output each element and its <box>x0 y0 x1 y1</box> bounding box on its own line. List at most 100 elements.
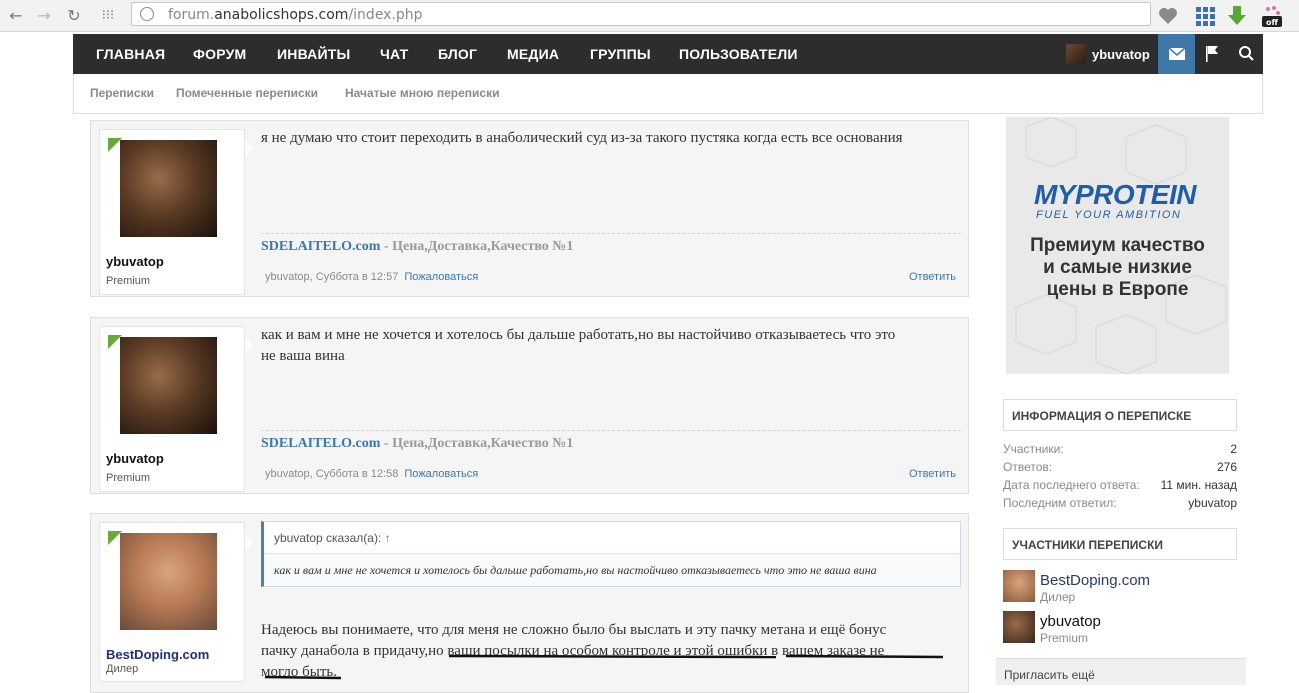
message-text: я не думаю что стоит переходить в анабол… <box>261 130 903 146</box>
post-author-role: Premium <box>106 472 151 484</box>
participants-title: УЧАСТНИКИ ПЕРЕПИСКИ <box>1003 528 1237 560</box>
card-arrow <box>245 338 253 354</box>
participant-role: Premium <box>1040 631 1089 645</box>
info-value[interactable]: ybuvatop <box>1188 496 1237 510</box>
info-row: Участники: 2 <box>1003 442 1237 456</box>
card-arrow <box>245 141 253 157</box>
ad-text: Премиум качество и самые низкие цены в Е… <box>1006 235 1229 301</box>
nav-chat[interactable]: ЧАТ <box>380 34 408 74</box>
tab-started[interactable]: Начатые мною переписки <box>345 86 499 100</box>
participant-item[interactable]: BestDoping.com Дилер <box>1003 570 1243 604</box>
info-label: Участники: <box>1003 442 1064 456</box>
apps-icon[interactable]: ⁝⁝⁝ <box>98 6 118 26</box>
page-info-icon[interactable] <box>140 7 154 21</box>
participant-name[interactable]: ybuvatop <box>1040 613 1101 630</box>
invite-more-button[interactable]: Пригласить ещё <box>996 658 1246 685</box>
reply-link[interactable]: Ответить <box>909 468 956 480</box>
post-meta-text[interactable]: ybuvatop, Суббота в 12:58 <box>265 468 398 480</box>
nav-invites[interactable]: ИНВАЙТЫ <box>277 34 350 74</box>
browser-toolbar: ← → ↻ ⁝⁝⁝ forum.anabolicshops.com/index.… <box>0 0 1299 32</box>
signature-link[interactable]: SDELAITELO.com <box>261 436 380 451</box>
post-author[interactable]: BestDoping.com <box>106 647 209 662</box>
message-post: ybuvatop Premium как и вам и мне не хоче… <box>90 317 969 494</box>
info-label: Дата последнего ответа: <box>1003 478 1140 492</box>
underline-annotation <box>264 654 944 680</box>
quote-body: как и вам и мне не хочется и хотелось бы… <box>274 563 877 577</box>
nav-media[interactable]: МЕДИА <box>507 34 559 74</box>
signature-text: - Цена,Доставка,Качество №1 <box>380 239 574 254</box>
user-card: ybuvatop Premium <box>99 129 245 295</box>
avatar[interactable] <box>1003 611 1035 643</box>
quote-jump-icon[interactable]: ↑ <box>385 531 391 545</box>
grid-extension-icon[interactable] <box>1193 4 1217 28</box>
post-author-role: Дилер <box>106 663 139 675</box>
nav-users[interactable]: ПОЛЬЗОВАТЕЛИ <box>679 34 798 74</box>
message-line: как и вам и мне не хочется и хотелось бы… <box>261 327 896 343</box>
info-value: 11 мин. назад <box>1160 478 1237 492</box>
quote-block: ybuvatop сказал(а): ↑ как и вам и мне не… <box>261 521 961 587</box>
info-row: Дата последнего ответа: 11 мин. назад <box>1003 478 1237 492</box>
url-text: forum.anabolicshops.com/index.php <box>168 7 423 23</box>
conversations-subnav: Переписки Помеченные переписки Начатые м… <box>73 74 1263 114</box>
nav-home[interactable]: ГЛАВНАЯ <box>96 34 165 74</box>
ad-line: цены в Европе <box>1046 279 1189 300</box>
signature: SDELAITELO.com - Цена,Доставка,Качество … <box>261 436 573 452</box>
alerts-button[interactable] <box>1195 34 1229 74</box>
info-value: 2 <box>1230 442 1237 456</box>
ad-tagline: FUEL YOUR AMBITION <box>1036 209 1182 221</box>
nav-blog[interactable]: БЛОГ <box>438 34 477 74</box>
participant-role: Дилер <box>1040 590 1076 604</box>
nav-forum[interactable]: ФОРУМ <box>193 34 246 74</box>
tab-conversations[interactable]: Переписки <box>90 86 154 100</box>
signature-link[interactable]: SDELAITELO.com <box>261 239 380 254</box>
card-arrow <box>245 534 253 550</box>
message-line: не ваша вина <box>261 348 345 364</box>
participant-item[interactable]: ybuvatop Premium <box>1003 611 1243 645</box>
avatar[interactable] <box>1003 570 1035 602</box>
user-avatar[interactable] <box>120 533 217 630</box>
participant-name[interactable]: BestDoping.com <box>1040 572 1150 589</box>
signature-divider <box>261 430 961 431</box>
report-link[interactable]: Пожаловаться <box>404 468 478 480</box>
user-menu[interactable]: ybuvatop <box>1066 34 1150 74</box>
post-author[interactable]: ybuvatop <box>106 451 164 466</box>
info-label: Последним ответил: <box>1003 496 1117 510</box>
reload-icon[interactable]: ↻ <box>64 6 84 26</box>
download-icon[interactable] <box>1225 4 1249 28</box>
message-post: ybuvatop Premium я не думаю что стоит пе… <box>90 120 969 297</box>
nav-groups[interactable]: ГРУППЫ <box>590 34 651 74</box>
ad-line: Премиум качество <box>1030 235 1205 256</box>
user-avatar[interactable] <box>120 140 217 237</box>
avatar <box>1066 44 1086 64</box>
post-meta: ybuvatop, Суббота в 12:57 Пожаловаться <box>265 271 478 283</box>
address-bar[interactable]: forum.anabolicshops.com/index.php <box>131 2 1151 26</box>
flag-icon <box>1206 46 1218 62</box>
myprotein-ad[interactable]: MYPROTEIN FUEL YOUR AMBITION Премиум кач… <box>1006 117 1229 374</box>
user-card: BestDoping.com Дилер <box>99 522 245 682</box>
forward-icon[interactable]: → <box>34 6 54 26</box>
username: ybuvatop <box>1092 46 1150 62</box>
site-nav: ГЛАВНАЯ ФОРУМ ИНВАЙТЫ ЧАТ БЛОГ МЕДИА ГРУ… <box>73 34 1263 74</box>
envelope-icon <box>1168 47 1186 60</box>
search-button[interactable] <box>1229 34 1263 74</box>
report-link[interactable]: Пожаловаться <box>404 271 478 283</box>
post-author[interactable]: ybuvatop <box>106 254 164 269</box>
message-line: Надеюсь вы понимаете, что для меня не сл… <box>261 622 887 638</box>
signature: SDELAITELO.com - Цена,Доставка,Качество … <box>261 239 573 255</box>
back-icon[interactable]: ← <box>6 6 26 26</box>
inbox-button[interactable] <box>1158 34 1195 74</box>
post-meta-text[interactable]: ybuvatop, Суббота в 12:57 <box>265 271 398 283</box>
online-indicator <box>108 531 122 545</box>
quote-header: ybuvatop сказал(а): ↑ <box>264 522 960 554</box>
conversation-info-title: ИНФОРМАЦИЯ О ПЕРЕПИСКЕ <box>1003 399 1237 431</box>
info-label: Ответов: <box>1003 460 1053 474</box>
user-avatar[interactable] <box>120 337 217 434</box>
online-indicator <box>108 335 122 349</box>
adblock-extension-icon[interactable]: off <box>1260 4 1284 28</box>
message-text: как и вам и мне не хочется и хотелось бы… <box>261 325 895 367</box>
tab-starred[interactable]: Помеченные переписки <box>176 86 318 100</box>
bookmark-heart-icon[interactable] <box>1156 4 1180 28</box>
reply-link[interactable]: Ответить <box>909 271 956 283</box>
post-author-role: Premium <box>106 275 151 287</box>
ad-line: и самые низкие <box>1043 257 1192 278</box>
